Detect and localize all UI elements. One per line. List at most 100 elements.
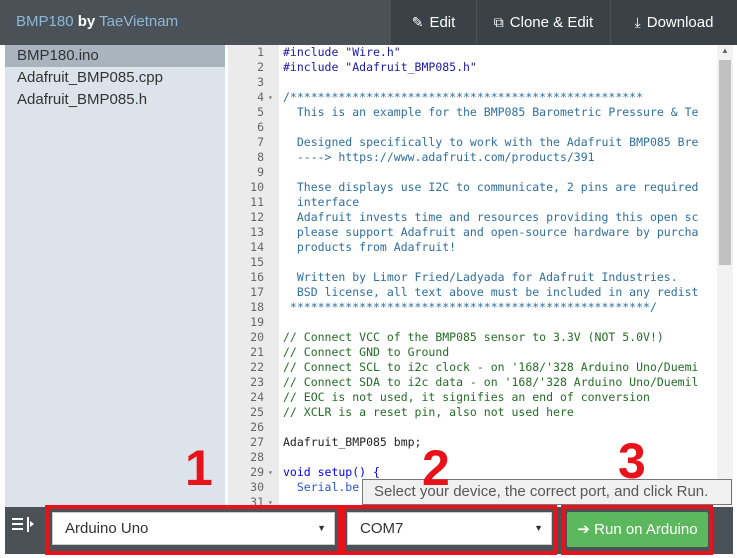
line-number: 5: [257, 105, 264, 119]
file-item-bmp180-ino[interactable]: BMP180.ino: [5, 45, 225, 67]
code-line[interactable]: 20 // Connect VCC of the BMP085 sensor to…: [228, 330, 733, 345]
code-line[interactable]: 8 ----> https://www.adafruit.com/product…: [228, 150, 733, 165]
code-text: // XCLR is a reset pin, also not used he…: [283, 405, 574, 419]
code-line[interactable]: 13 please support Adafruit and open-sour…: [228, 225, 733, 240]
clone-edit-button[interactable]: ⧉ Clone & Edit: [477, 0, 610, 45]
code-line[interactable]: 29 ▾ void setup() {: [228, 465, 733, 480]
line-number: 7: [257, 135, 264, 149]
clone-label: Clone & Edit: [509, 14, 594, 31]
line-number: 8: [257, 150, 264, 164]
callout-box-board: [45, 505, 341, 555]
code-line[interactable]: 28: [228, 450, 733, 465]
code-line[interactable]: 19: [228, 315, 733, 330]
code-text: #include "Adafruit_BMP085.h": [283, 60, 477, 74]
sketch-name[interactable]: BMP180: [16, 13, 74, 30]
code-text: Designed specifically to work with the A…: [283, 135, 699, 149]
code-text: // Connect GND to Ground: [283, 345, 450, 359]
code-line[interactable]: 18 *************************************…: [228, 300, 733, 315]
line-number: 6: [257, 120, 264, 134]
callout-number-1: 1: [185, 440, 213, 496]
code-line[interactable]: 17 BSD license, all text above must be i…: [228, 285, 733, 300]
line-number: 26: [250, 420, 264, 434]
code-line[interactable]: 11 interface: [228, 195, 733, 210]
author-link[interactable]: TaeVietnam: [99, 13, 178, 30]
line-number: 29: [250, 465, 264, 479]
code-text: interface: [283, 195, 360, 209]
code-line[interactable]: 25 // XCLR is a reset pin, also not used …: [228, 405, 733, 420]
code-line[interactable]: 4 ▾ /*************************************…: [228, 90, 733, 105]
code-text: products from Adafruit!: [283, 240, 457, 254]
code-line[interactable]: 12 Adafruit invests time and resources p…: [228, 210, 733, 225]
code-line[interactable]: 26: [228, 420, 733, 435]
code-text: BSD license, all text above must be incl…: [283, 285, 699, 299]
code-line[interactable]: 3: [228, 75, 733, 90]
callout-number-2: 2: [422, 440, 450, 496]
editor-scrollbar[interactable]: ▲: [717, 45, 733, 507]
toggle-sidebar-icon[interactable]: [10, 514, 40, 544]
code-editor[interactable]: 1 #include "Wire.h" 2 #include "Adafruit_BM…: [228, 45, 733, 507]
scroll-up-icon[interactable]: ▲: [721, 46, 729, 55]
code-line[interactable]: 10 These displays use I2C to communicate…: [228, 180, 733, 195]
line-number: 14: [250, 240, 264, 254]
code-text: // EOC is not used, it signifies an end …: [283, 390, 650, 404]
download-icon: ⤓: [634, 14, 641, 30]
code-line[interactable]: 27 Adafruit_BMP085 bmp;: [228, 435, 733, 450]
line-number: 9: [257, 165, 264, 179]
code-line[interactable]: 14 products from Adafruit!: [228, 240, 733, 255]
clone-icon: ⧉: [493, 14, 504, 30]
line-number: 21: [250, 345, 264, 359]
line-number: 11: [250, 195, 264, 209]
line-number: 16: [250, 270, 264, 284]
line-number: 15: [250, 255, 264, 269]
line-number: 19: [250, 315, 264, 329]
download-button[interactable]: ⤓ Download: [611, 0, 737, 45]
code-line[interactable]: 24 // EOC is not used, it signifies an en…: [228, 390, 733, 405]
line-number: 27: [250, 435, 264, 449]
file-item-adafruit-bmp085-h[interactable]: Adafruit_BMP085.h: [5, 89, 225, 111]
line-number: 10: [250, 180, 264, 194]
line-number: 28: [250, 450, 264, 464]
line-number: 24: [250, 390, 264, 404]
line-number: 25: [250, 405, 264, 419]
callout-box-port: [341, 505, 557, 555]
code-line[interactable]: 23 // Connect SDA to i2c data - on '168/'…: [228, 375, 733, 390]
line-number: 22: [250, 360, 264, 374]
code-text: // Connect SDA to i2c data - on '168/'32…: [283, 375, 699, 389]
scrollbar-thumb[interactable]: [719, 60, 731, 265]
file-item-adafruit-bmp085-cpp[interactable]: Adafruit_BMP085.cpp: [5, 67, 225, 89]
code-text: /***************************************…: [283, 90, 650, 104]
edit-label: Edit: [429, 14, 456, 31]
line-number: 3: [257, 75, 264, 89]
code-line[interactable]: 5 This is an example for the BMP085 Baro…: [228, 105, 733, 120]
line-number: 23: [250, 375, 264, 389]
code-line[interactable]: 16 Written by Limor Fried/Ladyada for Ad…: [228, 270, 733, 285]
code-line[interactable]: 6: [228, 120, 733, 135]
download-label: Download: [646, 14, 714, 31]
code-line[interactable]: 21 // Connect GND to Ground: [228, 345, 733, 360]
code-text: #include "Wire.h": [283, 45, 401, 59]
code-text: please support Adafruit and open-source …: [283, 225, 699, 239]
file-sidebar: BMP180.ino Adafruit_BMP085.cpp Adafruit_…: [5, 45, 225, 507]
code-line[interactable]: 22 // Connect SCL to i2c clock - on '168/…: [228, 360, 733, 375]
fold-toggle-icon[interactable]: ▾: [268, 90, 273, 105]
fold-toggle-icon[interactable]: ▾: [268, 465, 273, 480]
line-number: 17: [250, 285, 264, 299]
code-text: ----> https://www.adafruit.com/products/…: [283, 150, 595, 164]
edit-button[interactable]: ✎ Edit: [391, 0, 476, 45]
code-text: This is an example for the BMP085 Barome…: [283, 105, 699, 119]
code-line[interactable]: 2 #include "Adafruit_BMP085.h": [228, 60, 733, 75]
line-number: 20: [250, 330, 264, 344]
code-line[interactable]: 1 #include "Wire.h": [228, 45, 733, 60]
code-text: Serial.be: [283, 480, 360, 494]
code-text: These displays use I2C to communicate, 2…: [283, 180, 699, 194]
code-line[interactable]: 15: [228, 255, 733, 270]
code-line[interactable]: 7 Designed specifically to work with the…: [228, 135, 733, 150]
line-number: 2: [257, 60, 264, 74]
code-text: // Connect VCC of the BMP085 sensor to 3…: [283, 330, 664, 344]
code-text: Written by Limor Fried/Ladyada for Adafr…: [283, 270, 678, 284]
line-number: 18: [250, 300, 264, 314]
code-text: // Connect SCL to i2c clock - on '168/'3…: [283, 360, 699, 374]
sketch-title: BMP180 by TaeVietnam: [16, 13, 178, 30]
code-line[interactable]: 9: [228, 165, 733, 180]
instruction-tooltip: Select your device, the correct port, an…: [362, 479, 732, 505]
